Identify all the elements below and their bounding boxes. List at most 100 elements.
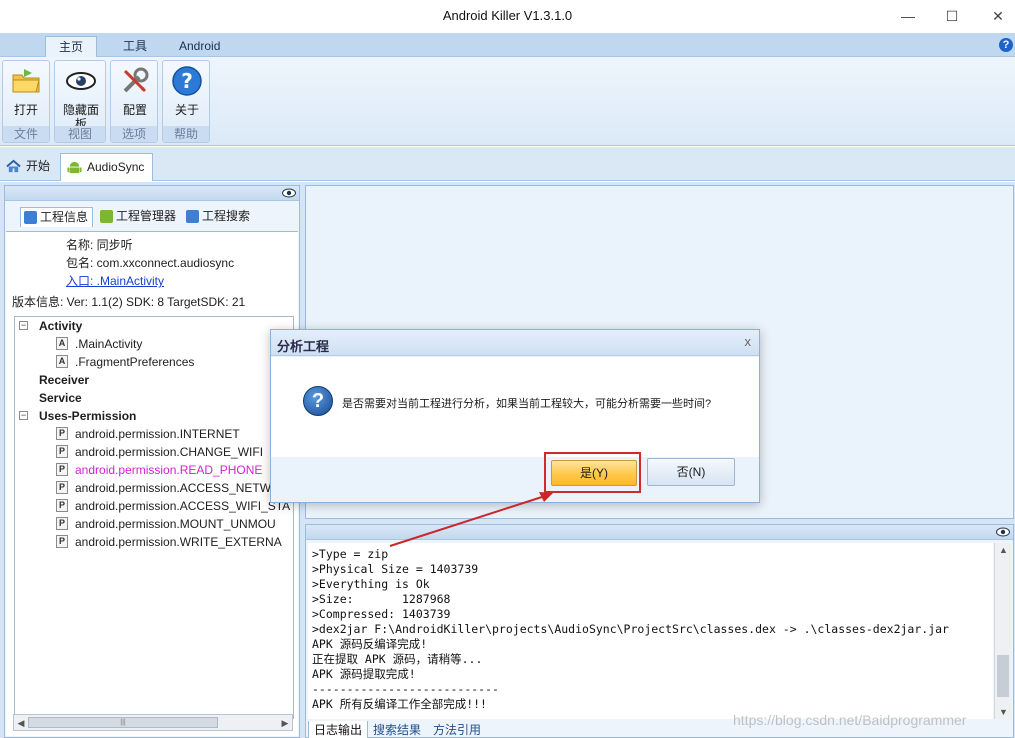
open-button-label: 打开 bbox=[13, 103, 38, 117]
dialog-header: 分析工程 x bbox=[271, 330, 759, 356]
ribbon-group-label: 选项 bbox=[111, 126, 157, 142]
log-line: >Physical Size = 1403739 bbox=[312, 562, 479, 576]
title-bar: Android Killer V1.3.1.0 — ☐ ✕ bbox=[0, 0, 1015, 33]
project-entry-link[interactable]: 入口: .MainActivity bbox=[66, 272, 164, 289]
project-panel: 工程信息 工程管理器 工程搜索 名称: 同步听 包名: com.xxconnec… bbox=[4, 185, 300, 738]
log-line: --------------------------- bbox=[312, 682, 499, 696]
tab-method-references[interactable]: 方法引用 bbox=[428, 721, 486, 738]
scroll-down-icon[interactable]: ▼ bbox=[995, 705, 1012, 719]
subtab-project-manager-label: 工程管理器 bbox=[116, 209, 177, 223]
tree-item[interactable]: android.permission.MOUNT_UNMOU bbox=[75, 515, 276, 533]
question-icon: ? bbox=[303, 386, 333, 416]
dialog-message: 是否需要对当前工程进行分析，如果当前工程较大，可能分析需要一些时间? bbox=[342, 398, 712, 410]
collapse-toggle[interactable]: − bbox=[19, 411, 28, 420]
scroll-thumb[interactable]: ||| bbox=[28, 717, 218, 728]
ribbon-group-help: ? 关于 帮助 bbox=[162, 60, 210, 143]
no-button[interactable]: 否(N) bbox=[647, 458, 735, 486]
subtab-project-info-label: 工程信息 bbox=[40, 210, 89, 224]
ribbon-group-options: 配置 选项 bbox=[110, 60, 158, 143]
vertical-scrollbar[interactable]: ▲ ▼ bbox=[994, 543, 1011, 719]
subtab-project-search-label: 工程搜索 bbox=[202, 209, 251, 223]
about-button[interactable]: ? 关于 bbox=[164, 63, 210, 125]
panel-header bbox=[5, 186, 299, 201]
tab-search-results[interactable]: 搜索结果 bbox=[368, 721, 426, 738]
tree-node-service[interactable]: Service bbox=[39, 389, 82, 407]
tree-node-activity[interactable]: Activity bbox=[39, 317, 82, 335]
tree-item-highlighted[interactable]: android.permission.READ_PHONE bbox=[75, 461, 262, 479]
permission-icon: P bbox=[56, 427, 68, 440]
minimize-button[interactable]: — bbox=[898, 6, 918, 26]
activity-icon: A bbox=[56, 337, 68, 350]
help-icon[interactable]: ? bbox=[999, 38, 1013, 52]
analyze-project-dialog: 分析工程 x ? 是否需要对当前工程进行分析，如果当前工程较大，可能分析需要一些… bbox=[270, 329, 760, 503]
tree-node-uses-permission[interactable]: Uses-Permission bbox=[39, 407, 136, 425]
tab-audiosync[interactable]: AudioSync bbox=[60, 153, 154, 181]
manifest-tree: − Activity A .MainActivity A .FragmentPr… bbox=[14, 316, 294, 719]
eye-icon[interactable] bbox=[996, 527, 1010, 537]
tab-start[interactable]: 开始 bbox=[0, 153, 58, 181]
collapse-toggle[interactable]: − bbox=[19, 321, 28, 330]
tree-item[interactable]: .MainActivity bbox=[75, 335, 142, 353]
dialog-title: 分析工程 bbox=[277, 339, 330, 354]
dialog-close-button[interactable]: x bbox=[745, 334, 752, 349]
log-line: 正在提取 APK 源码，请稍等... bbox=[312, 652, 483, 666]
tree-item[interactable]: android.permission.ACCESS_NETW bbox=[75, 479, 271, 497]
project-name: 名称: 同步听 bbox=[66, 238, 133, 252]
ribbon-group-label: 视图 bbox=[55, 126, 105, 142]
log-line: >Compressed: 1403739 bbox=[312, 607, 451, 621]
hide-panel-button[interactable]: 隐藏面板 bbox=[58, 63, 104, 131]
folder-icon bbox=[12, 69, 40, 93]
ribbon-tab-home[interactable]: 主页 bbox=[45, 36, 98, 57]
close-button[interactable]: ✕ bbox=[988, 6, 1008, 26]
permission-icon: P bbox=[56, 499, 68, 512]
ribbon-tab-bar: 主页 工具 Android ? bbox=[0, 33, 1015, 57]
wrench-icon bbox=[123, 67, 149, 93]
eye-icon[interactable] bbox=[282, 188, 296, 198]
subtab-project-manager[interactable]: 工程管理器 bbox=[97, 207, 180, 227]
scroll-up-icon[interactable]: ▲ bbox=[995, 543, 1012, 557]
ribbon: 打开 文件 隐藏面板 视图 配置 选项 ? 关于 帮助 bbox=[0, 57, 1015, 146]
project-info-box: 名称: 同步听 包名: com.xxconnect.audiosync 入口: … bbox=[6, 231, 298, 736]
tree-node-receiver[interactable]: Receiver bbox=[39, 371, 89, 389]
maximize-button[interactable]: ☐ bbox=[942, 6, 962, 26]
question-icon: ? bbox=[172, 66, 202, 96]
log-line: >Size: 1287968 bbox=[312, 592, 451, 606]
subtab-project-search[interactable]: 工程搜索 bbox=[183, 207, 254, 227]
window-title: Android Killer V1.3.1.0 bbox=[442, 8, 573, 23]
tree-item[interactable]: android.permission.CHANGE_WIFI bbox=[75, 443, 263, 461]
log-output: >Type = zip >Physical Size = 1403739 >Ev… bbox=[308, 543, 993, 719]
tree-item[interactable]: android.permission.INTERNET bbox=[75, 425, 240, 443]
permission-icon: P bbox=[56, 445, 68, 458]
log-line: >Everything is Ok bbox=[312, 577, 430, 591]
project-version: 版本信息: Ver: 1.1(2) SDK: 8 TargetSDK: 21 bbox=[12, 295, 246, 309]
scroll-thumb[interactable] bbox=[997, 655, 1009, 697]
log-line: APK 源码反编译完成! bbox=[312, 637, 428, 651]
ribbon-group-label: 帮助 bbox=[163, 126, 209, 142]
tree-item[interactable]: .FragmentPreferences bbox=[75, 353, 194, 371]
android-icon bbox=[67, 161, 82, 174]
scroll-left-icon[interactable]: ◀ bbox=[15, 717, 27, 729]
settings-label: 配置 bbox=[122, 103, 147, 117]
tab-log-output[interactable]: 日志输出 bbox=[308, 721, 369, 738]
permission-icon: P bbox=[56, 517, 68, 530]
eye-icon bbox=[66, 72, 96, 90]
horizontal-scrollbar[interactable]: ◀ ||| ▶ bbox=[13, 714, 293, 731]
tab-start-label: 开始 bbox=[26, 159, 51, 173]
watermark: https://blog.csdn.net/Baidprogrammer bbox=[733, 712, 967, 728]
tree-item[interactable]: android.permission.WRITE_EXTERNA bbox=[75, 533, 282, 551]
document-tab-bar: 开始 AudioSync bbox=[0, 147, 1015, 181]
settings-button[interactable]: 配置 bbox=[112, 63, 158, 125]
log-line: APK 所有反编译工作全部完成!!! bbox=[312, 697, 487, 711]
dialog-body: ? 是否需要对当前工程进行分析，如果当前工程较大，可能分析需要一些时间? bbox=[271, 357, 759, 457]
ribbon-tab-android[interactable]: Android bbox=[166, 36, 233, 57]
activity-icon: A bbox=[56, 355, 68, 368]
search-icon bbox=[186, 210, 199, 223]
tree-item[interactable]: android.permission.ACCESS_WIFI_STA bbox=[75, 497, 290, 515]
scroll-right-icon[interactable]: ▶ bbox=[279, 717, 291, 729]
log-line: >dex2jar F:\AndroidKiller\projects\Audio… bbox=[312, 622, 949, 636]
ribbon-tab-tools[interactable]: 工具 bbox=[110, 36, 160, 57]
open-button[interactable]: 打开 bbox=[3, 63, 49, 125]
svg-text:?: ? bbox=[181, 69, 193, 93]
subtab-project-info[interactable]: 工程信息 bbox=[20, 207, 94, 227]
about-label: 关于 bbox=[174, 103, 199, 117]
